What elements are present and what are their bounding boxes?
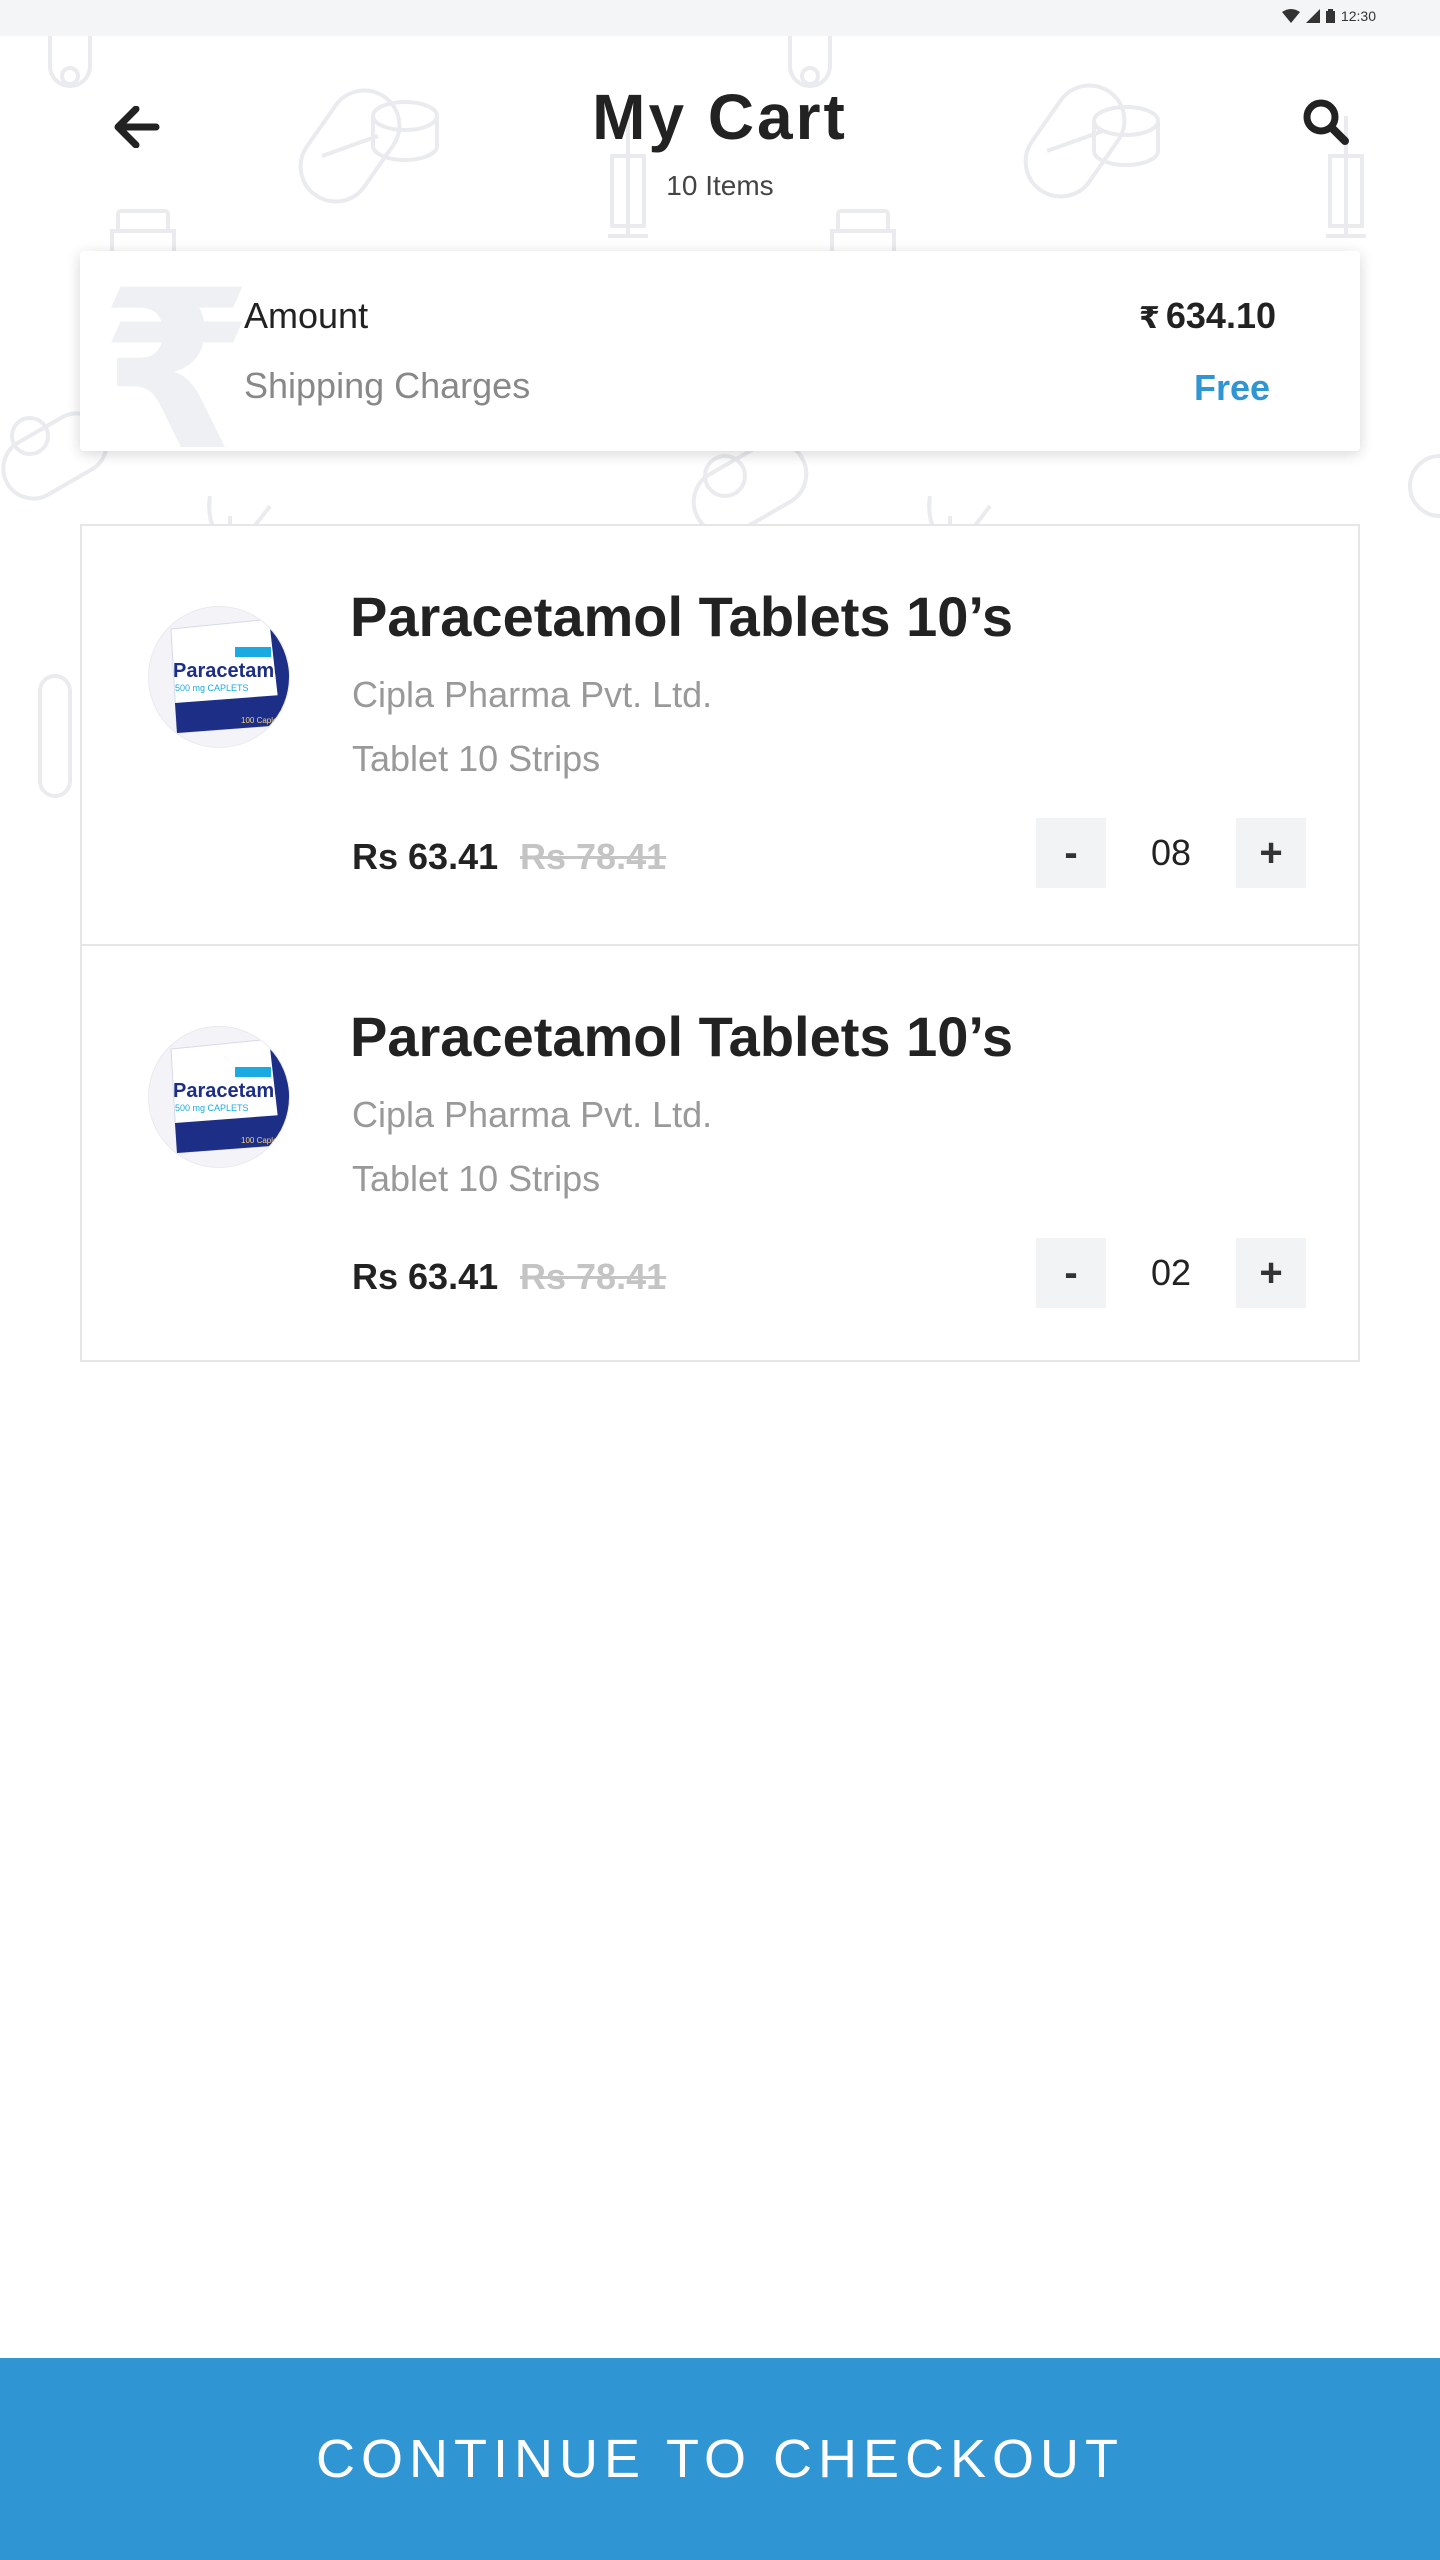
signal-icon <box>1305 9 1320 23</box>
product-price: Rs 63.41 <box>352 836 499 877</box>
cart-item: Paracetamol 500 mg CAPLETS 100 Caplets P… <box>82 944 1358 1362</box>
search-button[interactable] <box>1294 90 1358 154</box>
item-count: 10 Items <box>666 170 774 201</box>
package-title: Paracetamol <box>173 1080 290 1102</box>
shipping-label: Shipping Charges <box>244 365 531 406</box>
package-title: Paracetamol <box>173 660 290 682</box>
increase-quantity-button[interactable]: + <box>1236 818 1306 888</box>
product-mrp: Rs 78.41 <box>520 1256 667 1297</box>
product-name[interactable]: Paracetamol Tablets 10’s <box>350 584 1013 649</box>
decrease-quantity-button[interactable]: - <box>1036 818 1106 888</box>
medicine-box-icon: Paracetamol 500 mg CAPLETS 100 Caplets <box>149 607 290 747</box>
cart-list: Paracetamol 500 mg CAPLETS 100 Caplets P… <box>80 524 1360 1362</box>
decrease-quantity-button[interactable]: - <box>1036 1238 1106 1308</box>
wifi-icon <box>1281 9 1300 23</box>
pill-round-icon <box>1408 454 1440 518</box>
thermometer-icon <box>38 674 72 798</box>
amount-number: 634.10 <box>1165 295 1276 336</box>
product-brand: Cipla Pharma Pvt. Ltd. <box>352 1094 713 1135</box>
package-dose: 500 mg CAPLETS <box>175 1103 249 1113</box>
order-summary-card: ₹ Amount ₹634.10 Shipping Charges Free <box>80 251 1360 451</box>
package-dose: 500 mg CAPLETS <box>175 683 249 693</box>
battery-icon <box>1325 9 1335 23</box>
package-count: 100 Caplets <box>241 1136 284 1145</box>
status-bar: 12:30 <box>0 0 1440 36</box>
status-icons: 12:30 <box>1281 8 1376 24</box>
checkout-button[interactable]: CONTINUE TO CHECKOUT <box>0 2358 1440 2560</box>
medicine-box-icon: Paracetamol 500 mg CAPLETS 100 Caplets <box>149 1027 290 1167</box>
stethoscope-icon <box>48 36 92 88</box>
quantity-value: 08 <box>1150 832 1192 873</box>
product-pack-size: Tablet 10 Strips <box>352 1158 601 1199</box>
product-image: Paracetamol 500 mg CAPLETS 100 Caplets <box>148 1026 290 1168</box>
quantity-value: 02 <box>1150 1252 1192 1293</box>
cart-item: Paracetamol 500 mg CAPLETS 100 Caplets P… <box>82 526 1358 944</box>
product-pack-size: Tablet 10 Strips <box>352 738 601 779</box>
amount-value: ₹634.10 <box>1139 295 1276 337</box>
product-name[interactable]: Paracetamol Tablets 10’s <box>350 1004 1013 1069</box>
shipping-value: Free <box>1193 367 1270 408</box>
product-image: Paracetamol 500 mg CAPLETS 100 Caplets <box>148 606 290 748</box>
rupee-symbol: ₹ <box>1139 301 1160 336</box>
product-brand: Cipla Pharma Pvt. Ltd. <box>352 674 713 715</box>
rupee-icon: ₹ <box>100 251 254 451</box>
checkout-label: CONTINUE TO CHECKOUT <box>315 2429 1125 2489</box>
product-mrp: Rs 78.41 <box>520 836 667 877</box>
status-time: 12:30 <box>1340 8 1376 24</box>
stethoscope-icon <box>788 36 832 88</box>
amount-label: Amount <box>244 295 369 336</box>
search-icon <box>1303 99 1349 145</box>
package-count: 100 Caplets <box>241 716 284 725</box>
product-price: Rs 63.41 <box>352 1256 499 1297</box>
increase-quantity-button[interactable]: + <box>1236 1238 1306 1308</box>
page-title: My Cart <box>592 81 848 153</box>
